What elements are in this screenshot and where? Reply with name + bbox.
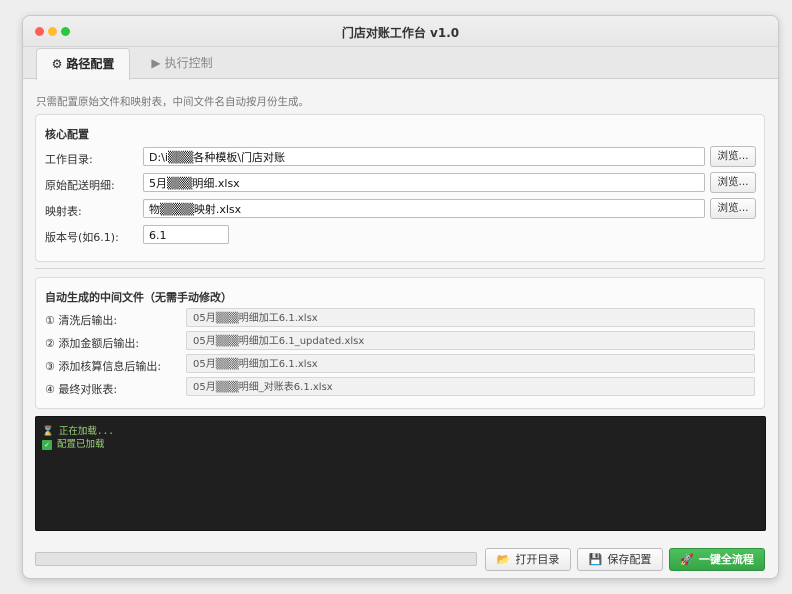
- save-icon: 💾: [588, 553, 603, 566]
- cleaned-output-label: ① 清洗后输出:: [45, 314, 118, 327]
- browse-workdir-button[interactable]: 浏览...: [710, 146, 756, 167]
- window-title: 门店对账工作台 v1.0: [341, 26, 460, 40]
- source-file-input[interactable]: 5月▒▒▒明细.xlsx: [143, 173, 705, 192]
- section-divider: [35, 268, 765, 269]
- log-text: 配置已加载: [57, 439, 105, 450]
- log-line: ⌛ 正在加载...: [42, 423, 114, 437]
- tab-path-config[interactable]: ⚙ 路径配置: [36, 48, 130, 80]
- auto-files-group: 自动生成的中间文件（无需手动修改） ① 清洗后输出: 05月▒▒▒明细加工6.1…: [35, 277, 765, 409]
- save-config-label: 保存配置: [607, 553, 652, 566]
- accounting-output-field: 05月▒▒▒明细加工6.1.xlsx: [186, 354, 755, 373]
- workdir-input[interactable]: D:\i▒▒▒各种模板\门店对账: [143, 147, 705, 166]
- version-label: 版本号(如6.1):: [45, 231, 119, 244]
- accounting-output-label: ③ 添加核算信息后输出:: [45, 360, 162, 373]
- run-all-button[interactable]: 🚀 一键全流程: [669, 548, 765, 571]
- core-config-group: 核心配置 工作目录: D:\i▒▒▒各种模板\门店对账 浏览... 原始配送明细…: [35, 114, 765, 262]
- workdir-label: 工作目录:: [45, 153, 93, 166]
- final-table-label: ④ 最终对账表:: [45, 383, 118, 396]
- final-table-field: 05月▒▒▒明细_对账表6.1.xlsx: [186, 377, 755, 396]
- open-directory-label: 打开目录: [515, 553, 560, 566]
- title-bar: 门店对账工作台 v1.0: [23, 16, 778, 47]
- log-console[interactable]: ⌛ 正在加载... ✓ 配置已加载: [35, 416, 766, 531]
- progress-bar: [35, 552, 477, 566]
- save-config-button[interactable]: 💾 保存配置: [577, 548, 663, 571]
- amount-output-label: ② 添加金额后输出:: [45, 337, 140, 350]
- tab-exec-control[interactable]: ▶ 执行控制: [137, 48, 227, 78]
- log-line: ✓ 配置已加载: [42, 436, 105, 450]
- tab-label: 路径配置: [66, 57, 115, 71]
- mapping-file-input[interactable]: 物▒▒▒▒映射.xlsx: [143, 199, 705, 218]
- auto-files-title: 自动生成的中间文件（无需手动修改）: [45, 291, 232, 304]
- tab-bar: ⚙ 路径配置 ▶ 执行控制: [23, 47, 778, 80]
- mapping-file-label: 映射表:: [45, 205, 82, 218]
- core-config-title: 核心配置: [45, 128, 89, 141]
- bottom-bar: 📂 打开目录 💾 保存配置 🚀 一键全流程: [23, 538, 778, 578]
- app-window: 门店对账工作台 v1.0 ⚙ 路径配置 ▶ 执行控制 只需配置原始文件和映射表，中间…: [22, 15, 779, 579]
- browse-source-button[interactable]: 浏览...: [710, 172, 756, 193]
- open-directory-button[interactable]: 📂 打开目录: [485, 548, 571, 571]
- version-input[interactable]: 6.1: [143, 225, 229, 244]
- gear-icon: ⚙: [51, 57, 63, 71]
- hint-text: 只需配置原始文件和映射表，中间文件名自动按月份生成。: [36, 96, 309, 108]
- check-icon: ✓: [42, 439, 52, 450]
- amount-output-field: 05月▒▒▒明细加工6.1_updated.xlsx: [186, 331, 755, 350]
- run-all-label: 一键全流程: [698, 553, 754, 566]
- browse-mapping-button[interactable]: 浏览...: [710, 198, 756, 219]
- tab-label: 执行控制: [164, 56, 213, 70]
- cleaned-output-field: 05月▒▒▒明细加工6.1.xlsx: [186, 308, 755, 327]
- rocket-icon: 🚀: [680, 553, 694, 566]
- play-icon: ▶: [151, 56, 161, 70]
- folder-icon: 📂: [496, 553, 511, 566]
- source-file-label: 原始配送明细:: [45, 179, 115, 192]
